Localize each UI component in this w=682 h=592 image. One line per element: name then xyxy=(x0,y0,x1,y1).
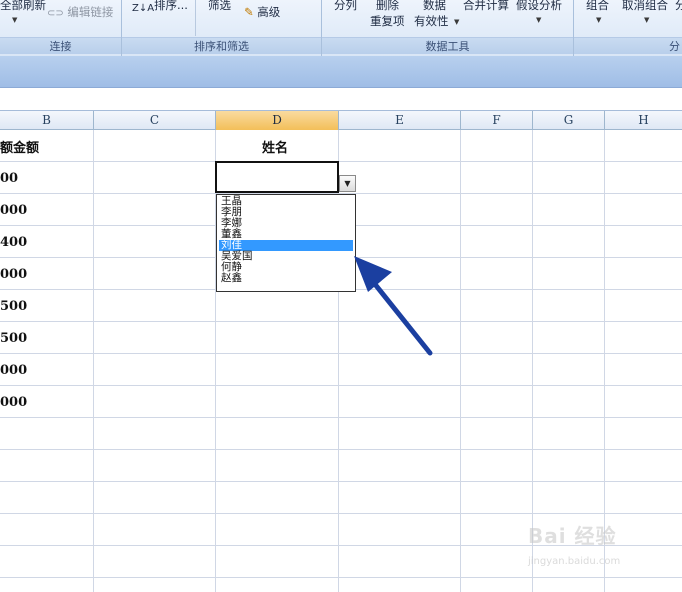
gridline xyxy=(0,385,682,386)
formula-bar-area xyxy=(0,89,682,111)
group-label-connections: 连接 xyxy=(0,37,121,54)
dropdown-button[interactable]: ▼ xyxy=(339,175,356,192)
gridline xyxy=(0,417,682,418)
column-header-f[interactable]: F xyxy=(461,111,533,130)
edit-links-button[interactable]: ⊂⊃ 编辑链接 xyxy=(47,4,113,20)
group-label-outline: 分 xyxy=(574,37,682,54)
watermark-url: jingyan.baidu.com xyxy=(528,556,621,567)
column-header-d[interactable]: D xyxy=(216,111,339,130)
column-header-b[interactable]: B xyxy=(0,111,94,130)
gridline xyxy=(460,130,461,592)
advanced-filter-icon: ✎ xyxy=(244,5,254,19)
remove-duplicates-top-label[interactable]: 删除 xyxy=(376,0,399,13)
gridline xyxy=(0,321,682,322)
chevron-down-icon: ▼ xyxy=(596,16,602,24)
chevron-down-icon: ▼ xyxy=(12,16,18,24)
column-header-h[interactable]: H xyxy=(605,111,682,130)
consolidate-button[interactable]: 合并计算 xyxy=(463,0,509,13)
column-header-c[interactable]: C xyxy=(94,111,216,130)
sort-button[interactable]: 排序... xyxy=(154,0,188,13)
gridline xyxy=(0,481,682,482)
cell-b1-header: 额金额 xyxy=(0,141,40,156)
group-button[interactable]: 组合 xyxy=(586,0,609,13)
data-validation-button[interactable]: 有效性 xyxy=(414,13,449,29)
ribbon: 全部刷新 ▼ ⊂⊃ 编辑链接 连接 Z↓A 排序... 筛选 ✎ 高级 排序和筛… xyxy=(0,0,682,56)
watermark-brand: Bai 经验 xyxy=(528,524,617,548)
ribbon-group-data-tools: 分列 删除 重复项 数据 有效性 ▼ 合并计算 假设分析 ▼ 数据工具 xyxy=(322,0,574,56)
gridline xyxy=(0,161,682,162)
group-label-sort-filter: 排序和筛选 xyxy=(122,37,321,54)
what-if-analysis-button[interactable]: 假设分析 xyxy=(516,0,562,13)
cell-b-value: 000 xyxy=(0,203,28,218)
remove-duplicates-button[interactable]: 重复项 xyxy=(370,13,405,29)
gridline xyxy=(0,513,682,514)
advanced-filter-button[interactable]: ✎ 高级 xyxy=(244,4,280,20)
column-header-e[interactable]: E xyxy=(339,111,461,130)
cell-b-value: 000 xyxy=(0,363,28,378)
watermark: Bai 经验 jingyan.baidu.com xyxy=(528,520,658,580)
arrow-shaft xyxy=(367,275,433,356)
cell-b-value: 000 xyxy=(0,395,28,410)
cell-b-value: 400 xyxy=(0,235,28,250)
cell-b-value: 500 xyxy=(0,331,28,346)
validation-dropdown-list[interactable]: 王晶 李朋 李娜 董鑫 刘佳 吴爱国 何静 赵鑫 xyxy=(216,194,356,292)
chevron-down-icon: ▼ xyxy=(536,16,542,24)
filter-button[interactable]: 筛选 xyxy=(208,0,231,13)
text-to-columns-button[interactable]: 分列 xyxy=(334,0,357,13)
ribbon-group-connections: 全部刷新 ▼ ⊂⊃ 编辑链接 连接 xyxy=(0,0,122,56)
sort-za-button[interactable]: Z↓A xyxy=(132,4,154,14)
arrow-head xyxy=(354,256,392,292)
ribbon-group-sort-filter: Z↓A 排序... 筛选 ✎ 高级 排序和筛选 xyxy=(122,0,322,56)
ribbon-group-outline: 组合 ▼ 取消组合 ▼ 分 分 xyxy=(574,0,682,56)
column-header-g[interactable]: G xyxy=(533,111,605,130)
subtotal-button[interactable]: 分 xyxy=(675,0,682,13)
data-validation-top-label[interactable]: 数据 xyxy=(423,0,446,13)
link-icon: ⊂⊃ xyxy=(47,8,64,19)
cell-d1-header: 姓名 xyxy=(262,141,289,156)
refresh-all-button[interactable]: 全部刷新 xyxy=(0,0,46,13)
cell-b-value: 500 xyxy=(0,299,28,314)
cell-b-value: 000 xyxy=(0,267,28,282)
separator xyxy=(195,0,196,36)
gridline xyxy=(0,353,682,354)
active-cell-d2[interactable] xyxy=(215,161,339,193)
chevron-down-icon: ▼ xyxy=(344,179,351,188)
group-label-data-tools: 数据工具 xyxy=(322,37,573,54)
chevron-down-icon: ▼ xyxy=(644,16,650,24)
chevron-down-icon: ▼ xyxy=(454,18,460,26)
annotation-arrow-icon xyxy=(354,256,433,356)
dropdown-option[interactable]: 赵鑫 xyxy=(219,273,353,284)
ungroup-button[interactable]: 取消组合 xyxy=(622,0,668,13)
cell-b-value: 00 xyxy=(0,171,19,186)
column-headers: B C D E F G H xyxy=(0,111,682,130)
sort-za-icon: Z↓A xyxy=(132,3,155,14)
gridline xyxy=(0,449,682,450)
gridline xyxy=(93,130,94,592)
ribbon-bottom-band xyxy=(0,56,682,88)
